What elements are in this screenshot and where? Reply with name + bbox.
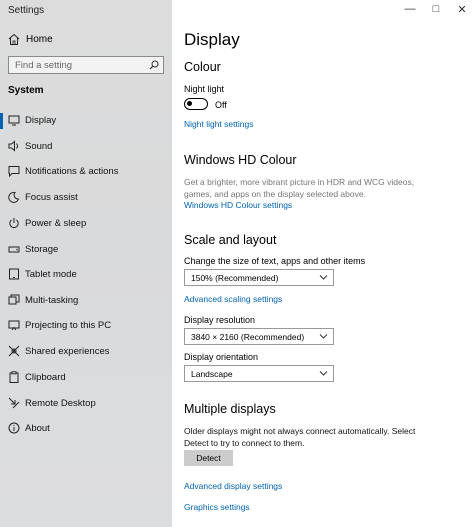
night-light-state: Off bbox=[215, 100, 227, 110]
night-light-toggle[interactable] bbox=[184, 98, 208, 110]
colour-heading: Colour bbox=[184, 60, 221, 74]
section-header-system: System bbox=[8, 85, 44, 96]
night-light-label: Night light bbox=[184, 84, 225, 94]
sidebar-item-label: Projecting to this PC bbox=[25, 320, 112, 331]
sidebar-item-label: Tablet mode bbox=[25, 269, 77, 280]
sidebar-item-label: Notifications & actions bbox=[25, 166, 119, 177]
search-input[interactable]: Find a setting bbox=[8, 56, 164, 74]
advanced-display-settings-link[interactable]: Advanced display settings bbox=[184, 481, 282, 491]
project-icon bbox=[8, 320, 20, 331]
power-icon bbox=[9, 218, 19, 228]
sidebar-item-label: Display bbox=[25, 115, 57, 126]
sidebar-item-tablet-mode[interactable]: Tablet mode bbox=[0, 264, 172, 286]
sidebar-item-label: Focus assist bbox=[25, 192, 78, 203]
window-title: Settings bbox=[8, 5, 45, 16]
toggle-knob bbox=[187, 101, 192, 106]
night-light-settings-link[interactable]: Night light settings bbox=[184, 119, 253, 129]
close-icon[interactable]: ✕ bbox=[452, 3, 472, 16]
sidebar-item-label: Remote Desktop bbox=[25, 398, 96, 409]
sidebar-item-label: Power & sleep bbox=[25, 218, 87, 229]
sidebar-item-storage[interactable]: Storage bbox=[0, 239, 172, 261]
chevron-down-icon bbox=[319, 334, 328, 339]
resolution-dropdown[interactable]: 3840 × 2160 (Recommended) bbox=[184, 328, 334, 345]
chevron-down-icon bbox=[319, 275, 328, 280]
minimize-icon[interactable]: — bbox=[400, 3, 420, 15]
search-icon bbox=[149, 60, 159, 70]
orientation-label: Display orientation bbox=[184, 352, 259, 362]
chevron-down-icon bbox=[319, 371, 328, 376]
multiple-displays-description: Older displays might not always connect … bbox=[184, 426, 416, 448]
sidebar-item-focus-assist[interactable]: Focus assist bbox=[0, 187, 172, 209]
main-content: — □ ✕ Display Colour Night light Off Nig… bbox=[172, 0, 474, 527]
resolution-value: 3840 × 2160 (Recommended) bbox=[191, 332, 305, 342]
speaker-icon bbox=[8, 140, 18, 152]
sidebar-item-label: Multi-tasking bbox=[25, 295, 79, 306]
hd-colour-heading: Windows HD Colour bbox=[184, 153, 297, 167]
orientation-value: Landscape bbox=[191, 369, 233, 379]
scale-value: 150% (Recommended) bbox=[191, 273, 279, 283]
multitask-icon bbox=[8, 294, 20, 305]
hd-colour-settings-link[interactable]: Windows HD Colour settings bbox=[184, 200, 292, 210]
sidebar-item-power-sleep[interactable]: Power & sleep bbox=[0, 213, 172, 235]
sidebar-item-clipboard[interactable]: Clipboard bbox=[0, 367, 172, 389]
sidebar-item-label: Shared experiences bbox=[25, 346, 110, 357]
clipboard-icon bbox=[9, 371, 19, 383]
remote-icon bbox=[8, 397, 20, 409]
home-label: Home bbox=[26, 34, 53, 45]
monitor-icon bbox=[8, 115, 20, 126]
orientation-dropdown[interactable]: Landscape bbox=[184, 365, 334, 382]
search-placeholder: Find a setting bbox=[15, 60, 73, 71]
hd-colour-description: Get a brighter, more vibrant picture in … bbox=[184, 177, 415, 199]
home-icon bbox=[8, 33, 20, 45]
sidebar-item-projecting[interactable]: Projecting to this PC bbox=[0, 315, 172, 337]
info-icon bbox=[8, 422, 20, 434]
sidebar-item-label: About bbox=[25, 423, 50, 434]
maximize-icon[interactable]: □ bbox=[426, 3, 446, 15]
graphics-settings-link[interactable]: Graphics settings bbox=[184, 502, 250, 512]
tablet-icon bbox=[9, 268, 19, 280]
scale-layout-heading: Scale and layout bbox=[184, 233, 277, 247]
home-nav-item[interactable]: Home bbox=[0, 30, 172, 50]
sidebar-item-about[interactable]: About bbox=[0, 418, 172, 440]
sidebar-item-multitasking[interactable]: Multi-tasking bbox=[0, 290, 172, 312]
shared-icon bbox=[8, 345, 20, 357]
message-icon bbox=[8, 166, 20, 177]
detect-button[interactable]: Detect bbox=[184, 450, 233, 466]
sidebar-item-notifications[interactable]: Notifications & actions bbox=[0, 161, 172, 183]
sidebar-item-label: Storage bbox=[25, 244, 59, 255]
sidebar: Settings Home Find a setting System Disp… bbox=[0, 0, 172, 527]
sidebar-item-remote-desktop[interactable]: Remote Desktop bbox=[0, 393, 172, 415]
page-title: Display bbox=[184, 30, 240, 49]
advanced-scaling-link[interactable]: Advanced scaling settings bbox=[184, 294, 282, 304]
sidebar-item-label: Sound bbox=[25, 141, 53, 152]
multiple-displays-heading: Multiple displays bbox=[184, 402, 276, 416]
sidebar-item-sound[interactable]: Sound bbox=[0, 136, 172, 158]
drive-icon bbox=[8, 246, 20, 253]
size-label: Change the size of text, apps and other … bbox=[184, 256, 366, 266]
sidebar-item-display[interactable]: Display bbox=[0, 110, 172, 132]
sidebar-item-label: Clipboard bbox=[25, 372, 66, 383]
scale-dropdown[interactable]: 150% (Recommended) bbox=[184, 269, 334, 286]
moon-icon bbox=[8, 191, 20, 203]
resolution-label: Display resolution bbox=[184, 315, 256, 325]
sidebar-item-shared-experiences[interactable]: Shared experiences bbox=[0, 341, 172, 363]
